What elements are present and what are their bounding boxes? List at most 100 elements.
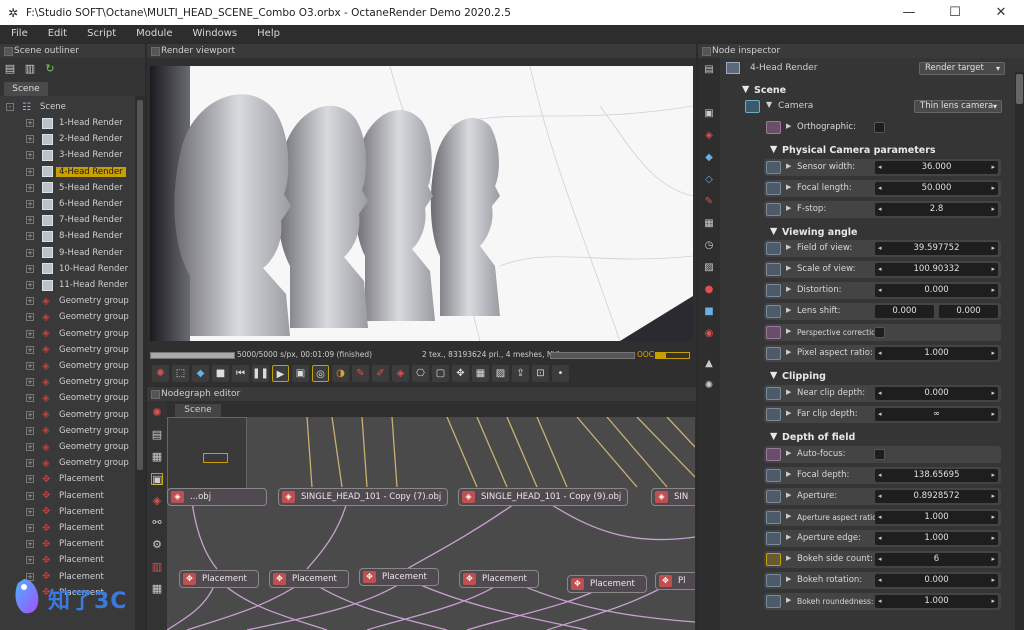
tree-item[interactable]: + ◈ Geometry group xyxy=(0,326,130,342)
expand-icon[interactable]: + xyxy=(26,540,34,549)
tree-item[interactable]: +7-Head Render xyxy=(0,212,130,228)
expand-icon[interactable]: + xyxy=(26,297,34,306)
expand-icon[interactable]: + xyxy=(26,183,34,192)
node-add-icon[interactable]: ✺ xyxy=(151,407,163,419)
af-icon[interactable]: ◎ xyxy=(312,364,329,382)
scale-view-slider[interactable]: ◂ 100.90332 ▸ xyxy=(875,263,998,276)
tree-item[interactable]: +4-Head Render xyxy=(0,164,130,180)
minimize-button[interactable]: — xyxy=(886,0,932,25)
dof-section[interactable]: ▼ Depth of field xyxy=(722,429,1012,447)
bokeh-roundedness-slider[interactable]: ◂ 1.000 ▸ xyxy=(875,595,998,608)
gizmo-icon[interactable]: ✥ xyxy=(452,364,469,382)
region-icon[interactable]: ⬚ xyxy=(172,364,189,382)
physical-section[interactable]: ▼ Physical Camera parameters xyxy=(722,142,1012,160)
distortion-slider[interactable]: ◂ 0.000 ▸ xyxy=(875,284,998,297)
expand-icon[interactable]: + xyxy=(26,524,34,532)
nodegraph-minimap[interactable] xyxy=(167,417,247,497)
camera-row[interactable]: ▼ Camera Thin lens camera xyxy=(722,98,1012,116)
node-placement-6[interactable]: ✥ Pl xyxy=(655,572,695,590)
kernel-node-icon[interactable]: ◉ xyxy=(703,328,715,340)
aperture-edge-slider[interactable]: ◂ 1.000 ▸ xyxy=(875,532,998,545)
object-picker-icon[interactable]: ✎ xyxy=(352,364,369,382)
lock-icon[interactable]: ▣ xyxy=(292,364,309,382)
output-node-icon[interactable]: ▲ xyxy=(703,358,715,370)
clock-icon[interactable]: ◷ xyxy=(703,240,715,252)
node-obj-3[interactable]: ◈ SINGLE_HEAD_101 - Copy (9).obj xyxy=(458,488,628,506)
expand-icon[interactable]: + xyxy=(26,410,34,419)
expand-icon[interactable]: + xyxy=(26,232,34,241)
tree-item[interactable]: + ◈ Geometry group xyxy=(0,390,130,406)
inspector-scrollbar[interactable] xyxy=(1015,72,1024,630)
filter-icon[interactable]: ▥ xyxy=(24,63,36,75)
expand-icon[interactable]: + xyxy=(26,264,34,273)
node-placement-3[interactable]: ✥ Placement xyxy=(359,568,439,586)
expand-icon[interactable]: + xyxy=(26,200,34,208)
tree-item[interactable]: + ◈ Geometry group xyxy=(0,309,130,325)
tree-item[interactable]: + ✥ Placement xyxy=(0,471,130,487)
node-obj-2[interactable]: ◈ SINGLE_HEAD_101 - Copy (7).obj xyxy=(278,488,448,506)
outliner-scrollbar[interactable] xyxy=(135,96,145,630)
node-obj-4[interactable]: ◈ SIN xyxy=(651,488,695,506)
nodegraph-canvas[interactable]: ◈ ...obj ◈ SINGLE_HEAD_101 - Copy (7).obj … xyxy=(167,417,695,630)
sensor-width-slider[interactable]: ◂ 36.000 ▸ xyxy=(875,161,998,174)
tab-nodegraph-scene[interactable]: Scene xyxy=(175,404,221,417)
node-view-icon[interactable]: ▣ xyxy=(151,473,163,486)
tree-item[interactable]: + ✥ Placement xyxy=(0,488,130,504)
camera-type-dropdown[interactable]: Thin lens camera xyxy=(914,100,1002,113)
restart-icon[interactable]: ⏮ xyxy=(232,364,249,382)
autofocus-checkbox[interactable] xyxy=(874,449,885,460)
fstop-slider[interactable]: ◂ 2.8 ▸ xyxy=(875,203,998,216)
expand-icon[interactable]: + xyxy=(26,378,34,387)
lens-shift-x-field[interactable]: 0.000 xyxy=(875,305,934,318)
orthographic-checkbox[interactable] xyxy=(874,122,885,133)
tree-item[interactable]: + ✥ Placement xyxy=(0,536,130,552)
tree-item[interactable]: +3-Head Render xyxy=(0,147,130,163)
tree-item[interactable]: + ◈ Geometry group xyxy=(0,407,130,423)
focal-depth-slider[interactable]: ◂ 138.65695 ▸ xyxy=(875,469,998,482)
stop-icon[interactable]: ■ xyxy=(212,364,229,382)
tree-item[interactable]: +6-Head Render xyxy=(0,196,130,212)
persp-correction-checkbox[interactable] xyxy=(874,327,885,338)
imager-node-icon[interactable]: ▦ xyxy=(703,218,715,230)
aperture-aspect-slider[interactable]: ◂ 1.000 ▸ xyxy=(875,511,998,524)
tree-item[interactable]: +5-Head Render xyxy=(0,180,130,196)
play-icon[interactable]: ▶ xyxy=(272,364,289,382)
node-table-icon[interactable]: ▦ xyxy=(151,583,163,595)
tree-item[interactable]: + ✥ Placement xyxy=(0,552,130,568)
expand-icon[interactable]: + xyxy=(26,216,34,225)
expand-icon[interactable]: + xyxy=(26,345,34,354)
expand-icon[interactable]: + xyxy=(26,394,34,403)
pixel-aspect-slider[interactable]: ◂ 1.000 ▸ xyxy=(875,347,998,360)
expand-icon[interactable]: + xyxy=(26,491,34,500)
collapse-icon[interactable]: - xyxy=(6,103,14,111)
recenter-icon[interactable]: ✺ xyxy=(152,364,169,382)
refresh-icon[interactable]: ↻ xyxy=(44,63,56,75)
node-grid-icon[interactable]: ▦ xyxy=(151,451,163,463)
tree-item[interactable]: + ◈ Geometry group xyxy=(0,439,130,455)
expand-icon[interactable]: + xyxy=(26,362,34,370)
material-node-icon[interactable]: ✎ xyxy=(703,196,715,208)
tree-item[interactable]: +2-Head Render xyxy=(0,131,130,147)
menu-script[interactable]: Script xyxy=(76,28,125,39)
collapse-icon[interactable]: ▤ xyxy=(4,63,16,75)
tree-item[interactable]: +9-Head Render xyxy=(0,245,130,261)
focus-picker-icon[interactable]: ✐ xyxy=(372,364,389,382)
camera-node-icon[interactable]: ◈ xyxy=(703,130,715,142)
far-clip-slider[interactable]: ◂ ∞ ▸ xyxy=(875,408,998,421)
focal-length-slider[interactable]: ◂ 50.000 ▸ xyxy=(875,182,998,195)
tree-item[interactable]: + ◈ Geometry group xyxy=(0,455,130,471)
color-picker-icon[interactable]: ◆ xyxy=(192,364,209,382)
whitebalance-icon[interactable]: ◈ xyxy=(392,364,409,382)
tree-item[interactable]: +8-Head Render xyxy=(0,228,130,244)
node-placement-5[interactable]: ✥ Placement xyxy=(567,575,647,593)
tree-item[interactable]: + ✥ Placement xyxy=(0,520,130,536)
tree-item[interactable]: +1-Head Render xyxy=(0,115,130,131)
menu-help[interactable]: Help xyxy=(246,28,289,39)
tree-item[interactable]: + ◈ Geometry group xyxy=(0,423,130,439)
outliner-scroll-thumb[interactable] xyxy=(137,100,143,470)
near-clip-slider[interactable]: ◂ 0.000 ▸ xyxy=(875,387,998,400)
effect-node-icon[interactable]: ✺ xyxy=(703,380,715,392)
export-icon[interactable]: ⇪ xyxy=(512,364,529,382)
expand-icon[interactable]: + xyxy=(26,313,34,322)
render-viewport[interactable] xyxy=(150,66,693,341)
